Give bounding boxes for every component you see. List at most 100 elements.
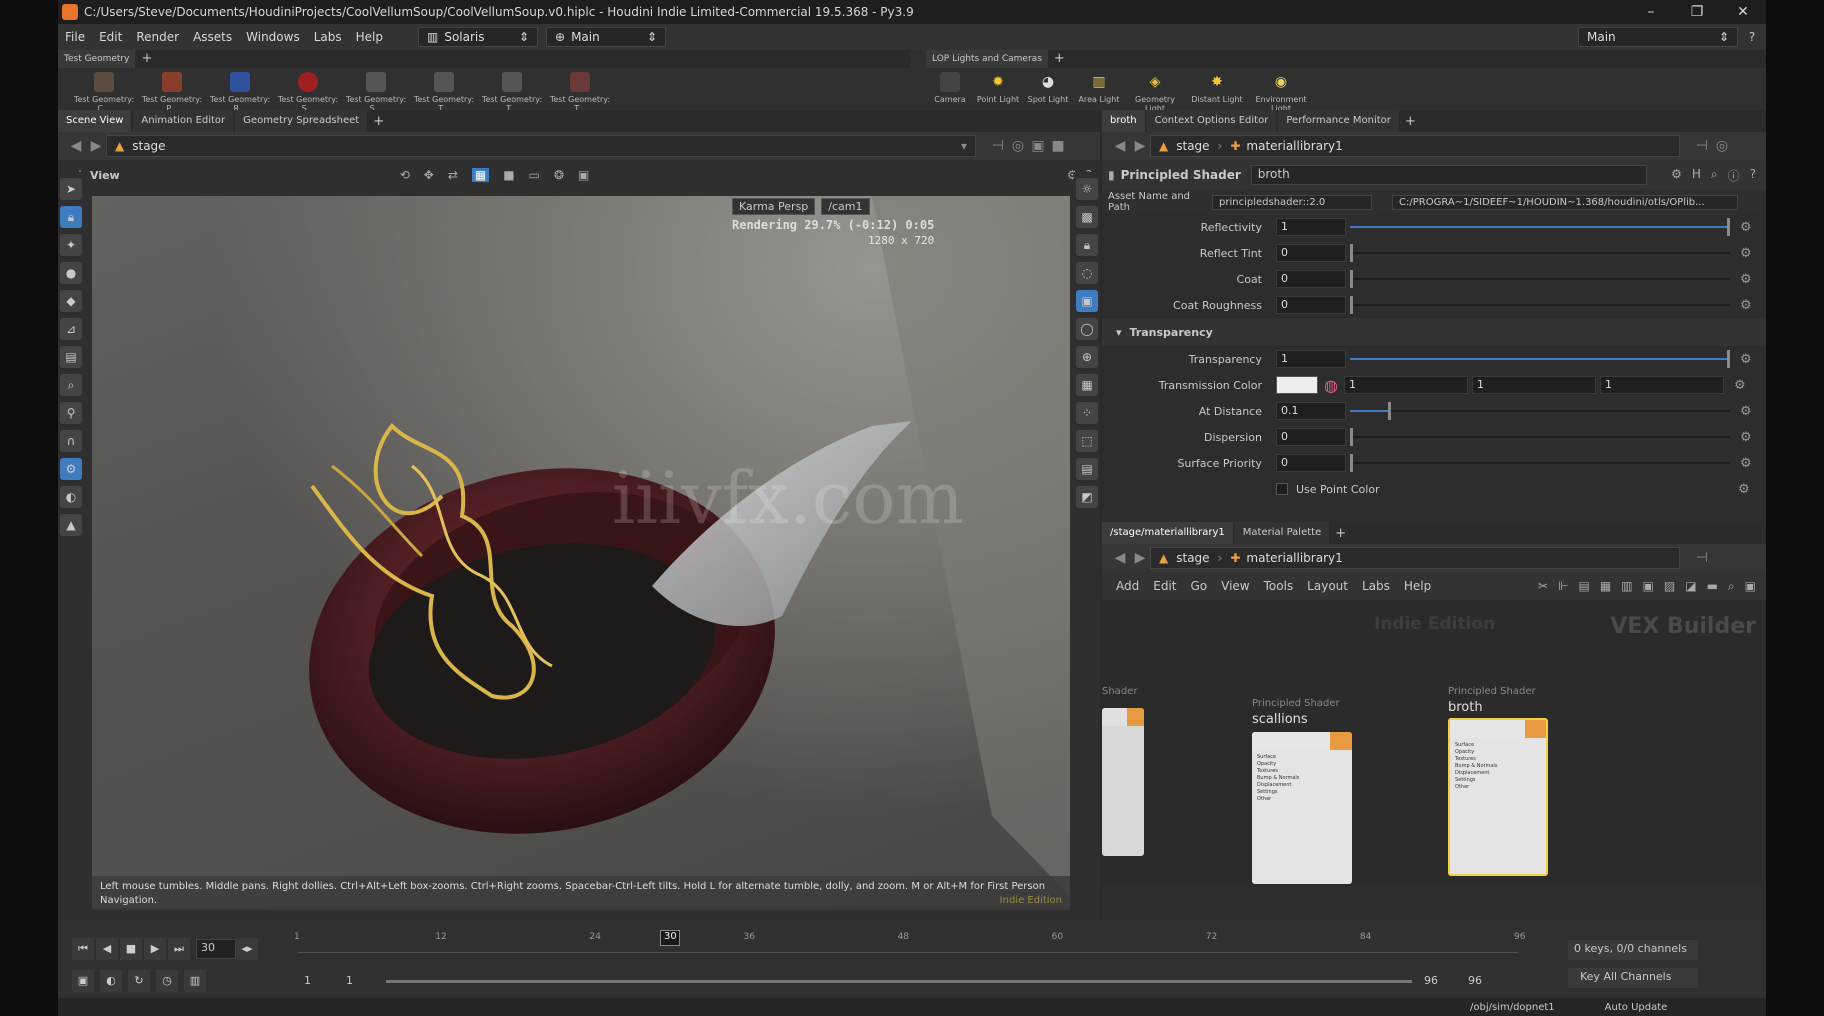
right-path-field[interactable]: ▲ stage › ✚ materiallibrary1 — [1150, 135, 1680, 157]
back-arrow-icon[interactable]: ◀ — [1110, 138, 1130, 154]
param-slider[interactable] — [1350, 350, 1730, 368]
snapshot-icon[interactable]: ▣ — [578, 168, 589, 182]
tool-test-geometry-6[interactable]: Test Geometry: T... — [410, 72, 478, 113]
frame-marker[interactable]: 30 — [660, 930, 681, 946]
color-wheel-icon[interactable]: ◍ — [1324, 376, 1338, 395]
menu-file[interactable]: File — [58, 30, 92, 44]
net-menu-help[interactable]: Help — [1404, 579, 1431, 593]
image-icon[interactable]: ▣ — [1643, 579, 1654, 594]
param-slider[interactable] — [1350, 428, 1730, 446]
gear-icon[interactable]: ⚙ — [1671, 167, 1682, 184]
magnet-tool-icon[interactable]: ∩ — [60, 430, 82, 452]
color-b-field[interactable]: 1 — [1599, 376, 1724, 394]
fps-icon[interactable]: ▥ — [184, 970, 206, 992]
link-icon[interactable]: ◎ — [1008, 138, 1028, 154]
add-tab-icon[interactable]: + — [373, 114, 384, 129]
render-viewport[interactable]: Rendering 29.7% (-0:12) 0:05 1280 x 720 … — [92, 196, 1070, 908]
color-g-field[interactable]: 1 — [1471, 376, 1596, 394]
param-value-field[interactable]: 0 — [1276, 270, 1346, 288]
gear-icon[interactable]: ⚙ — [1740, 246, 1758, 261]
gear-icon[interactable]: ⚙ — [1740, 352, 1758, 367]
param-value-field[interactable]: 1 — [1276, 218, 1346, 236]
tool-test-geometry-7[interactable]: Test Geometry: T... — [478, 72, 546, 113]
auto-update[interactable]: Auto Update — [1605, 1002, 1668, 1013]
camera-select[interactable]: /cam1 — [821, 198, 870, 215]
transform-tool-icon[interactable]: ⊿ — [60, 318, 82, 340]
info-icon[interactable]: ⓘ — [1728, 167, 1740, 184]
measure-tool-icon[interactable]: ◐ — [60, 486, 82, 508]
tab-network-path[interactable]: /stage/materiallibrary1 — [1102, 522, 1233, 544]
tab-context-options[interactable]: Context Options Editor — [1146, 110, 1277, 132]
pin-icon[interactable]: ⊣ — [1692, 550, 1712, 566]
camera-tool-icon[interactable]: ▤ — [60, 346, 82, 368]
grid-icon[interactable]: ▦ — [1076, 374, 1098, 396]
param-slider[interactable] — [1350, 454, 1730, 472]
frame-icon[interactable]: ▣ — [1745, 579, 1756, 594]
forward-arrow-icon[interactable]: ▶ — [1130, 138, 1150, 154]
shelf-tab-lop-lights[interactable]: LOP Lights and Cameras — [926, 50, 1048, 68]
param-slider[interactable] — [1350, 218, 1730, 236]
tool-distant-light[interactable]: ✸ Distant Light — [1186, 72, 1248, 113]
particles-icon[interactable]: ⁘ — [1076, 402, 1098, 424]
param-value-field[interactable]: 0 — [1276, 244, 1346, 262]
tab-performance-monitor[interactable]: Performance Monitor — [1278, 110, 1399, 132]
step-back-icon[interactable]: ◀ — [96, 938, 118, 960]
help-icon[interactable]: ? — [1738, 30, 1766, 44]
tool-area-light[interactable]: ▥ Area Light — [1074, 72, 1124, 113]
param-slider[interactable] — [1350, 402, 1730, 420]
realtime-icon[interactable]: ▣ — [72, 970, 94, 992]
asset-name-field[interactable]: principledshader::2.0 — [1212, 194, 1372, 210]
render-icon[interactable]: ◩ — [1076, 486, 1098, 508]
asset-path-field[interactable]: C:/PROGRA~1/SIDEEF~1/HOUDIN~1.368/houdin… — [1392, 194, 1738, 210]
menu-edit[interactable]: Edit — [92, 30, 129, 44]
wire-icon[interactable]: ⬚ — [1076, 430, 1098, 452]
paint-tool-icon[interactable]: ⚲ — [60, 402, 82, 424]
slider-knob[interactable] — [1727, 350, 1730, 368]
clock-icon[interactable]: ◷ — [156, 970, 178, 992]
grid-view-icon[interactable]: ▦ — [1600, 579, 1611, 594]
forward-arrow-icon[interactable]: ▶ — [1130, 550, 1150, 566]
shelf-tab-test-geometry[interactable]: Test Geometry — [58, 50, 136, 68]
frame-step-icon[interactable]: ◂▸ — [236, 938, 258, 960]
table-view-icon[interactable]: ▥ — [1621, 579, 1632, 594]
minimize-icon[interactable]: – — [1628, 4, 1674, 20]
net-menu-layout[interactable]: Layout — [1307, 579, 1348, 593]
tool-test-geometry-5[interactable]: Test Geometry: S... — [342, 72, 410, 113]
param-slider[interactable] — [1350, 270, 1730, 288]
range-slider[interactable] — [386, 980, 1412, 983]
help-icon[interactable]: ? — [1750, 167, 1756, 184]
link-icon[interactable]: ◎ — [1712, 138, 1732, 154]
gear-icon[interactable]: ⚙ — [1740, 456, 1758, 471]
light-tool-icon[interactable]: ● — [60, 262, 82, 284]
slider-knob[interactable] — [1350, 296, 1353, 314]
range-end-2[interactable]: 96 — [1468, 974, 1482, 987]
pin-icon[interactable]: ⊣ — [1692, 138, 1712, 154]
slider-knob[interactable] — [1350, 244, 1353, 262]
background-icon[interactable]: ◯ — [1076, 318, 1098, 340]
range-end[interactable]: 96 — [1424, 974, 1438, 987]
play-icon[interactable]: ▶ — [144, 938, 166, 960]
color-r-field[interactable]: 1 — [1343, 376, 1468, 394]
tab-broth[interactable]: broth — [1102, 110, 1145, 132]
tab-material-palette[interactable]: Material Palette — [1234, 522, 1330, 544]
pose-tool-icon[interactable]: ✦ — [60, 234, 82, 256]
forward-arrow-icon[interactable]: ▶ — [86, 138, 106, 154]
gear-icon[interactable]: ⚙ — [1738, 482, 1756, 497]
maximize-pane-icon[interactable]: ■ — [1048, 138, 1068, 154]
add-tab-icon[interactable]: + — [1048, 50, 1071, 68]
jump-end-icon[interactable]: ⏭ — [168, 938, 190, 960]
param-value-field[interactable]: 0 — [1276, 296, 1346, 314]
right-desktop-select[interactable]: Main ⇕ — [1578, 27, 1738, 47]
stop-icon[interactable]: ■ — [120, 938, 142, 960]
lock-camera-icon[interactable]: ▩ — [1076, 206, 1098, 228]
net-menu-labs[interactable]: Labs — [1362, 579, 1390, 593]
section-transparency[interactable]: ▾ Transparency — [1102, 318, 1766, 346]
net-menu-view[interactable]: View — [1221, 579, 1249, 593]
gear-icon[interactable]: ⚙ — [1740, 220, 1758, 235]
broth-node[interactable]: Surface Opacity Textures Bump & Normals Disp… — [1448, 718, 1548, 876]
param-slider[interactable] — [1350, 296, 1730, 314]
tool-test-geometry-2[interactable]: Test Geometry: P... — [138, 72, 206, 113]
param-value-field[interactable]: 0.1 — [1276, 402, 1346, 420]
select-tool-icon[interactable]: ➤ — [60, 178, 82, 200]
display-icon[interactable]: ☼ — [1076, 178, 1098, 200]
